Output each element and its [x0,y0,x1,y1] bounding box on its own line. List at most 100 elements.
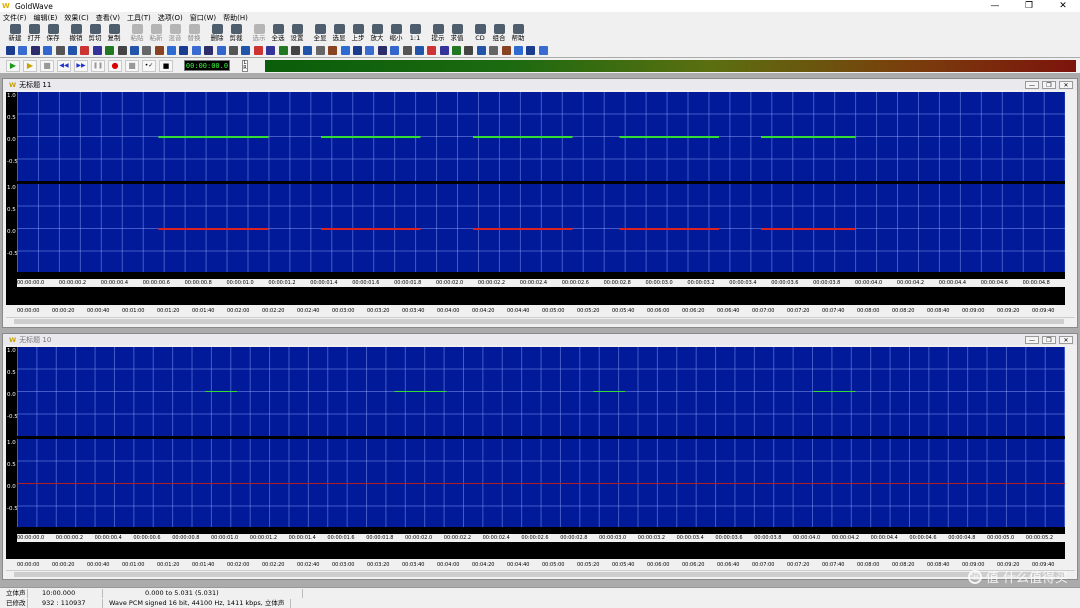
effect-tool-icon[interactable] [452,46,462,55]
effect-tool-icon[interactable] [117,46,127,55]
toolbar-button[interactable]: 新建 [6,23,24,44]
toolbar-button[interactable]: 粘新 [147,23,165,44]
toolbar-button[interactable]: 组合 [490,23,508,44]
toolbar-button[interactable]: 放大 [368,23,386,44]
effect-tool-icon[interactable] [154,46,164,55]
rewind-button[interactable]: ◀◀ [57,59,71,72]
menu-tools[interactable]: 工具(T) [127,13,151,23]
effect-tool-icon[interactable] [92,46,102,55]
effect-tool-icon[interactable] [365,46,375,55]
menu-window[interactable]: 窗口(W) [190,13,216,23]
doc-close-button[interactable]: ✕ [1059,335,1073,344]
effect-tool-icon[interactable] [377,46,387,55]
effect-tool-icon[interactable] [129,46,139,55]
menu-effects[interactable]: 效果(C) [64,13,88,23]
toolbar-button[interactable]: 复制 [105,23,123,44]
waveform-area[interactable]: 1.0 0.5 0.0 -0.5 1.0 0.5 0.0 -0.5 [6,347,1065,559]
toolbar-button[interactable]: 替换 [185,23,203,44]
menu-file[interactable]: 文件(F) [3,13,27,23]
toolbar-button[interactable]: 全显 [311,23,329,44]
toolbar-button[interactable]: 选显 [330,23,348,44]
effect-tool-icon[interactable] [402,46,412,55]
overview-bar[interactable] [27,291,1065,305]
toolbar-button[interactable]: 撤销 [67,23,85,44]
audio-window-2[interactable]: W 无标题 10 — ❐ ✕ 1.0 0.5 0.0 -0.5 1.0 0.5 … [2,333,1078,580]
effect-tool-icon[interactable] [340,46,350,55]
toolbar-button[interactable]: 粘贴 [128,23,146,44]
play-button[interactable]: ▶ [6,59,20,72]
toolbar-button[interactable]: CD [471,23,489,44]
effect-tool-icon[interactable] [229,46,239,55]
effect-tool-icon[interactable] [67,46,77,55]
play-selection-button[interactable]: ▶ [23,59,37,72]
maximize-button[interactable]: ❐ [1012,0,1046,12]
toolbar-button[interactable]: 提示 [429,23,447,44]
effect-tool-icon[interactable] [489,46,499,55]
time-ruler[interactable]: 00:00:00.0 00:00:00.2 00:00:00.4 00:00:00.6… [17,534,1065,542]
effect-tool-icon[interactable] [18,46,28,55]
effect-tool-icon[interactable] [55,46,65,55]
effect-tool-icon[interactable] [80,46,90,55]
effect-tool-icon[interactable] [476,46,486,55]
time-ruler[interactable]: 00:00:00.0 00:00:00.2 00:00:00.4 00:00:00.6… [17,279,1065,287]
menu-help[interactable]: 帮助(H) [223,13,248,23]
scroll-thumb[interactable] [14,319,1064,324]
effect-tool-icon[interactable] [204,46,214,55]
effect-tool-icon[interactable] [514,46,524,55]
fast-forward-button[interactable]: ▶▶ [74,59,88,72]
scroll-thumb[interactable] [14,572,1064,577]
effect-tool-icon[interactable] [414,46,424,55]
toolbar-button[interactable]: 剪切 [86,23,104,44]
effect-tool-icon[interactable] [303,46,313,55]
effect-tool-icon[interactable] [427,46,437,55]
toolbar-button[interactable]: 混音 [166,23,184,44]
toolbar-button[interactable]: 剪裁 [227,23,245,44]
stop-square-icon[interactable]: ■ [159,59,173,72]
doc-maximize-button[interactable]: ❐ [1042,335,1056,344]
menu-view[interactable]: 查看(V) [96,13,120,23]
effect-tool-icon[interactable] [216,46,226,55]
doc-maximize-button[interactable]: ❐ [1042,80,1056,89]
loop-toggle[interactable]: •✓ [142,59,156,72]
record-button[interactable]: ● [108,59,122,72]
effect-tool-icon[interactable] [241,46,251,55]
effect-tool-icon[interactable] [266,46,276,55]
toolbar-button[interactable]: 打开 [25,23,43,44]
toolbar-button[interactable]: 帮助 [509,23,527,44]
toolbar-button[interactable]: 选示 [250,23,268,44]
left-channel[interactable] [17,92,1065,181]
effect-tool-icon[interactable] [30,46,40,55]
stop-button[interactable]: ■ [40,59,54,72]
effect-tool-icon[interactable] [167,46,177,55]
waveform-area[interactable]: 1.0 0.5 0.0 -0.5 1.0 0.5 0.0 -0.5 [6,92,1065,305]
effect-tool-icon[interactable] [253,46,263,55]
horizontal-scrollbar[interactable] [6,317,1075,325]
overview-bar[interactable] [27,545,1065,559]
effect-tool-icon[interactable] [6,46,15,55]
horizontal-scrollbar[interactable] [6,570,1075,578]
effect-tool-icon[interactable] [439,46,449,55]
menu-options[interactable]: 选项(O) [158,13,183,23]
toolbar-button[interactable]: 缩小 [387,23,405,44]
toolbar-button[interactable]: 1:1 [406,23,424,44]
effect-tool-icon[interactable] [290,46,300,55]
effect-tool-icon[interactable] [352,46,362,55]
effect-tool-icon[interactable] [538,46,548,55]
toolbar-button[interactable]: 设置 [288,23,306,44]
effect-tool-icon[interactable] [526,46,536,55]
menu-edit[interactable]: 编辑(E) [34,13,58,23]
pause-button[interactable]: ❚❚ [91,59,105,72]
doc-minimize-button[interactable]: — [1025,80,1039,89]
effect-tool-icon[interactable] [328,46,338,55]
effect-tool-icon[interactable] [142,46,152,55]
effect-tool-icon[interactable] [315,46,325,55]
toolbar-button[interactable]: 求值 [448,23,466,44]
audio-window-1[interactable]: W 无标题 11 — ❐ ✕ 1.0 0.5 0.0 -0.5 1.0 0.5 … [2,78,1078,328]
toolbar-button[interactable]: 删除 [208,23,226,44]
left-channel[interactable] [17,347,1065,436]
effect-tool-icon[interactable] [43,46,53,55]
effect-tool-icon[interactable] [105,46,115,55]
doc-close-button[interactable]: ✕ [1059,80,1073,89]
toolbar-button[interactable]: 保存 [44,23,62,44]
record-selection-button[interactable]: ■ [125,59,139,72]
